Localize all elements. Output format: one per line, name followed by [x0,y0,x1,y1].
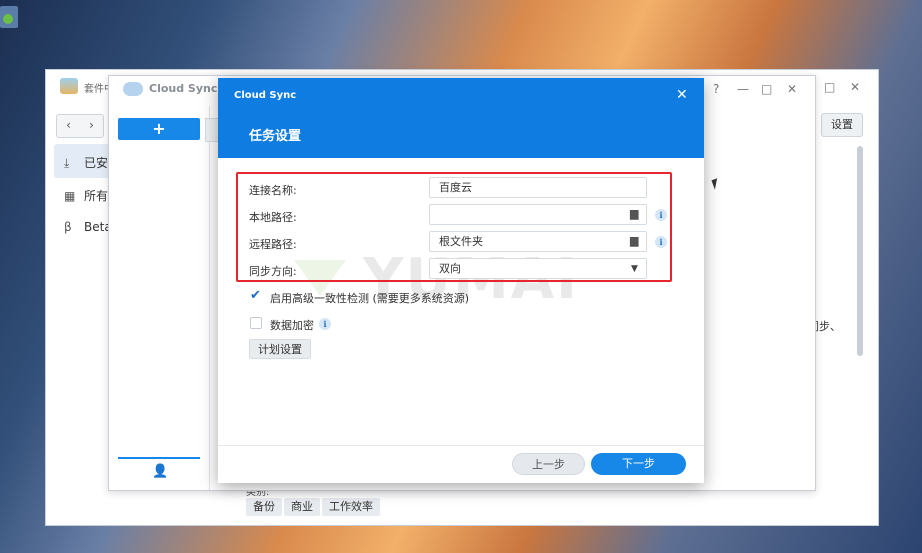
beta-icon: β [64,220,72,234]
remote-path-input[interactable]: 根文件夹 [429,231,647,252]
help-icon[interactable]: ? [713,82,719,96]
folder-icon[interactable]: ▆ [630,207,638,220]
scrollbar[interactable] [857,146,863,356]
task-settings-dialog: Cloud Sync ✕ 任务设置 YUMAI 连接名称: 百度云 本地路径: … [218,78,704,483]
close-icon[interactable]: ✕ [676,87,688,103]
download-icon: ⤓ [64,156,70,170]
user-icon[interactable]: 👤 [152,464,168,479]
sidebar-active-indicator [118,457,200,459]
encryption-label: 数据加密 [270,319,314,332]
history-nav: ‹ › [56,114,104,138]
info-icon[interactable]: i [319,318,331,330]
next-button[interactable]: 下一步 [591,453,686,475]
back-button[interactable]: ‹ [57,115,80,137]
desktop-app-icon[interactable] [0,6,18,28]
connection-name-input[interactable]: 百度云 [429,177,647,198]
chevron-down-icon: ▼ [631,264,638,274]
close-icon[interactable]: ✕ [850,80,860,94]
local-path-label: 本地路径: [249,211,297,224]
cloud-sync-sidebar: + 👤 [109,106,210,490]
dialog-app-name: Cloud Sync [234,90,297,101]
dialog-header: Cloud Sync ✕ 任务设置 [218,78,704,158]
cloud-sync-title: Cloud Sync [149,82,218,95]
add-connection-button[interactable]: + [118,118,200,140]
dialog-title: 任务设置 [249,129,302,144]
close-icon[interactable]: ✕ [787,82,797,96]
minimize-icon[interactable]: — [737,82,749,96]
previous-button[interactable]: 上一步 [512,453,585,475]
folder-icon[interactable]: ▆ [630,234,638,247]
local-path-input[interactable] [429,204,647,225]
package-center-logo-icon [60,78,78,94]
connection-name-label: 连接名称: [249,184,297,197]
maximize-icon[interactable]: □ [761,82,772,96]
cloud-icon [123,82,143,96]
settings-button[interactable]: 设置 [821,113,863,137]
consistency-check-checkbox[interactable]: ✔ [250,289,262,302]
tag-business[interactable]: 商业 [284,498,320,516]
tag-backup[interactable]: 备份 [246,498,282,516]
remote-path-label: 远程路径: [249,238,297,251]
consistency-check-label: 启用高级一致性检测 (需要更多系统资源) [270,292,470,305]
schedule-settings-button[interactable]: 计划设置 [249,339,311,359]
info-icon[interactable]: i [655,209,667,221]
encryption-checkbox[interactable] [250,317,262,329]
maximize-icon[interactable]: □ [824,80,835,94]
sync-direction-label: 同步方向: [249,265,297,278]
tag-productivity[interactable]: 工作效率 [322,498,380,516]
grid-icon: ▦ [64,189,76,203]
info-icon[interactable]: i [655,236,667,248]
sync-direction-select[interactable]: 双向 [429,258,647,279]
sidebar-item-beta[interactable]: β Beta [64,220,112,234]
forward-button[interactable]: › [80,115,103,137]
footer-divider [218,445,704,446]
